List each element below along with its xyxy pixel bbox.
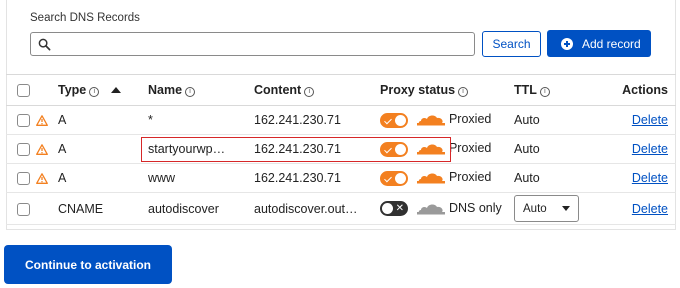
ttl-select-value: Auto [523, 202, 547, 215]
column-header-name: Name i [148, 75, 254, 106]
record-content: 162.241.230.71 [254, 171, 341, 185]
delete-link[interactable]: Delete [632, 171, 668, 185]
delete-link[interactable]: Delete [632, 142, 668, 156]
ttl-select[interactable]: Auto [514, 195, 579, 222]
proxy-status-label: DNS only [448, 200, 502, 215]
proxy-toggle[interactable]: ✕ [380, 201, 408, 217]
proxy-status-label: Proxied [448, 170, 492, 185]
delete-link[interactable]: Delete [632, 113, 668, 127]
proxy-status-label: Proxied [448, 141, 492, 156]
orange-cloud-icon [417, 115, 446, 126]
add-record-button[interactable]: Add record [547, 30, 651, 57]
record-type: A [58, 142, 67, 156]
record-name: www [148, 171, 176, 185]
record-name: startyourwp… [148, 142, 226, 156]
ttl-value: Auto [514, 113, 540, 127]
search-button[interactable]: Search [482, 31, 541, 57]
table-row: A startyourwp… 162.241.230.71 Proxied Au… [6, 135, 676, 164]
info-icon: i [458, 87, 469, 97]
warning-icon [36, 173, 48, 185]
search-label: Search DNS Records [30, 12, 140, 24]
table-row: CNAME autodiscover autodiscover.out… ✕ D… [6, 193, 676, 225]
proxy-status-cell: Proxied [380, 135, 514, 164]
add-record-label: Add record [582, 36, 641, 51]
record-content: 162.241.230.71 [254, 113, 341, 127]
warning-icon [36, 115, 48, 127]
proxy-toggle[interactable] [380, 141, 408, 157]
proxy-status-cell: Proxied [380, 164, 514, 193]
table-header-row: Type i Name i Content i Proxy status i TTL i … [6, 74, 676, 106]
warning-icon [36, 144, 48, 156]
proxy-toggle[interactable] [380, 170, 408, 186]
column-header-type[interactable]: Type i [58, 75, 148, 106]
row-checkbox[interactable] [17, 172, 30, 186]
ttl-value: Auto [514, 171, 540, 185]
proxy-status-cell: Proxied [380, 106, 514, 135]
record-type: A [58, 171, 67, 185]
info-icon: i [89, 87, 100, 97]
close-icon: ✕ [395, 203, 404, 215]
continue-to-activation-button[interactable]: Continue to activation [4, 245, 172, 284]
column-header-content: Content i [254, 75, 380, 106]
column-header-proxy-status: Proxy status i [380, 75, 514, 106]
orange-cloud-icon [417, 144, 446, 155]
dns-records-table: Type i Name i Content i Proxy status i TTL i … [6, 74, 676, 225]
row-checkbox[interactable] [17, 143, 30, 157]
orange-cloud-icon [417, 173, 446, 184]
info-icon: i [185, 87, 196, 97]
record-type: CNAME [58, 201, 104, 216]
record-type: A [58, 113, 67, 127]
record-content: autodiscover.out… [254, 201, 358, 216]
search-input[interactable] [30, 32, 475, 56]
table-row: A * 162.241.230.71 Proxied Auto Delete [6, 106, 676, 135]
row-checkbox[interactable] [17, 114, 30, 128]
column-header-actions: Actions [622, 83, 668, 97]
select-all-checkbox[interactable] [17, 84, 30, 98]
info-icon: i [304, 87, 315, 97]
delete-link[interactable]: Delete [632, 202, 668, 216]
chevron-down-icon [562, 206, 570, 211]
column-header-ttl: TTL i [514, 75, 606, 106]
search-icon [38, 38, 51, 51]
record-content: 162.241.230.71 [254, 142, 341, 156]
grey-cloud-icon [417, 204, 446, 215]
table-row: A www 162.241.230.71 Proxied Auto Delete [6, 164, 676, 193]
plus-circle-icon [561, 37, 573, 50]
proxy-toggle[interactable] [380, 112, 408, 128]
sort-ascending-icon[interactable] [111, 87, 122, 93]
info-icon: i [539, 87, 550, 97]
ttl-value: Auto [514, 142, 540, 156]
record-name: * [148, 113, 153, 127]
proxy-status-cell: ✕ DNS only [380, 193, 514, 225]
row-checkbox[interactable] [17, 202, 30, 216]
proxy-status-label: Proxied [448, 112, 492, 127]
record-name: autodiscover [148, 201, 219, 216]
